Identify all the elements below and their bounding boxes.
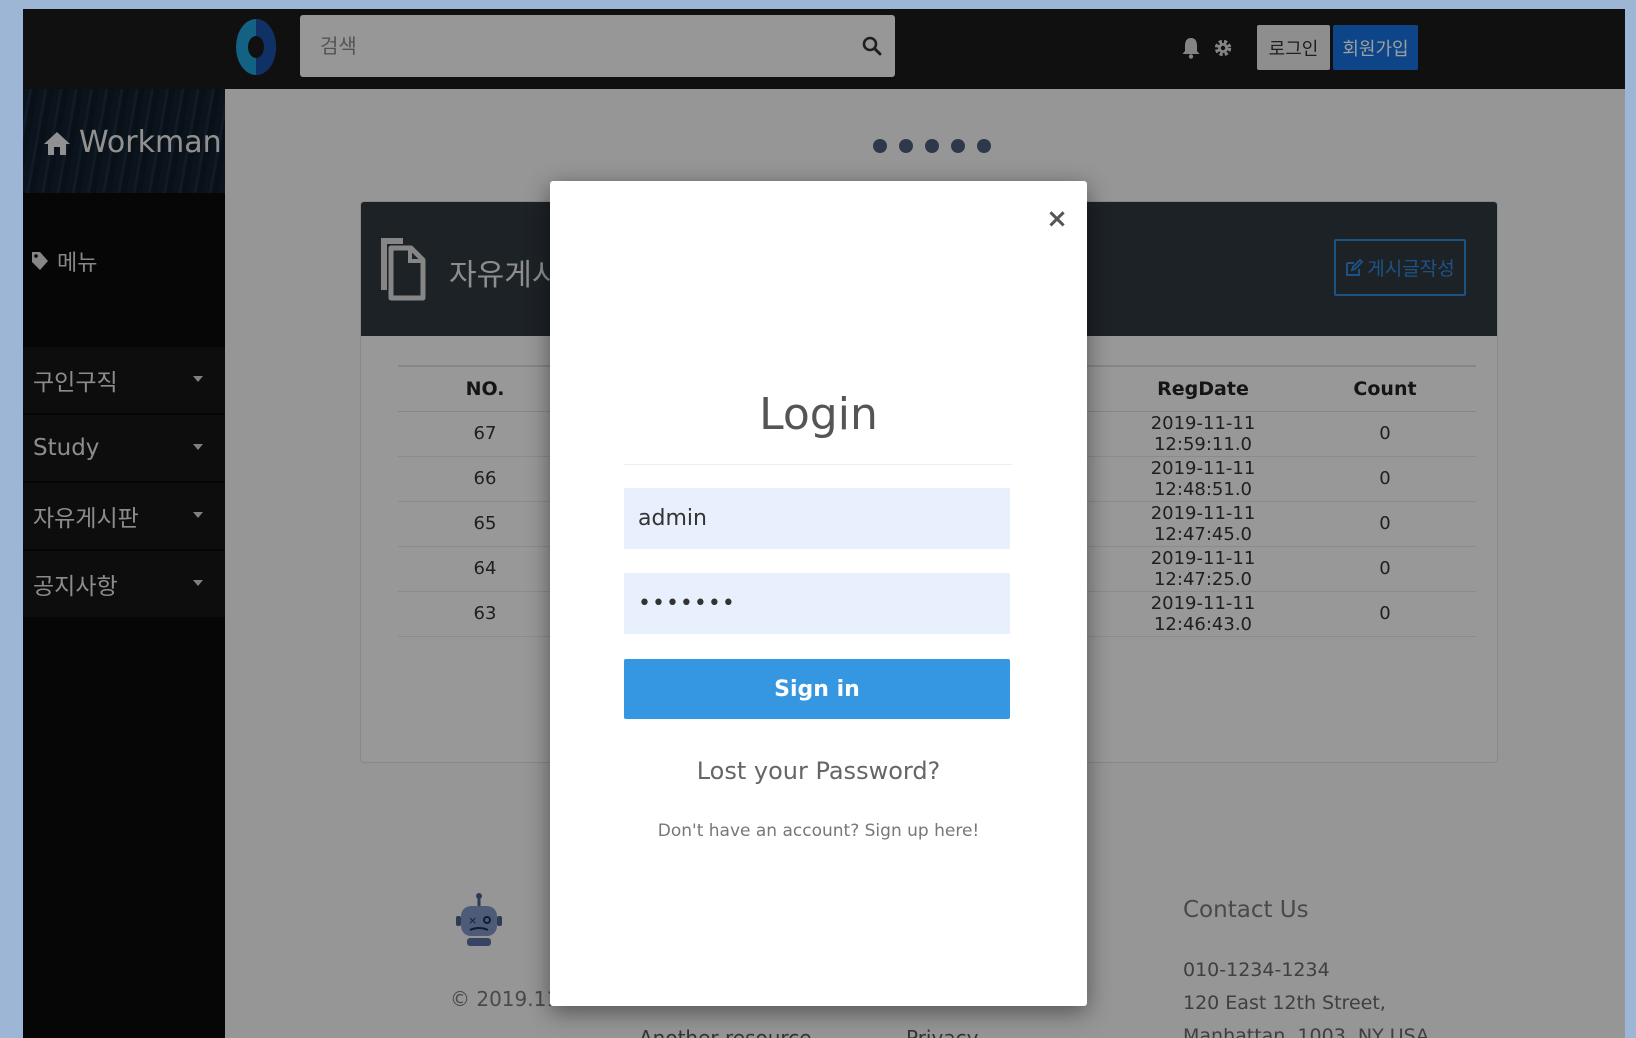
close-button[interactable]: × [1045,204,1069,234]
sign-in-button[interactable]: Sign in [624,659,1010,719]
app-window: 로그인 회원가입 Workman 메뉴 구인구직 Study [23,9,1625,1038]
lost-password-link[interactable]: Lost your Password? [550,757,1087,785]
signup-link[interactable]: Don't have an account? Sign up here! [550,821,1087,841]
title-divider [624,464,1012,465]
password-input[interactable] [624,573,1010,634]
username-input[interactable] [624,488,1010,549]
login-modal: × Login Sign in Lost your Password? Don'… [550,181,1087,1006]
login-title: Login [759,389,878,440]
close-icon: × [1046,204,1068,234]
